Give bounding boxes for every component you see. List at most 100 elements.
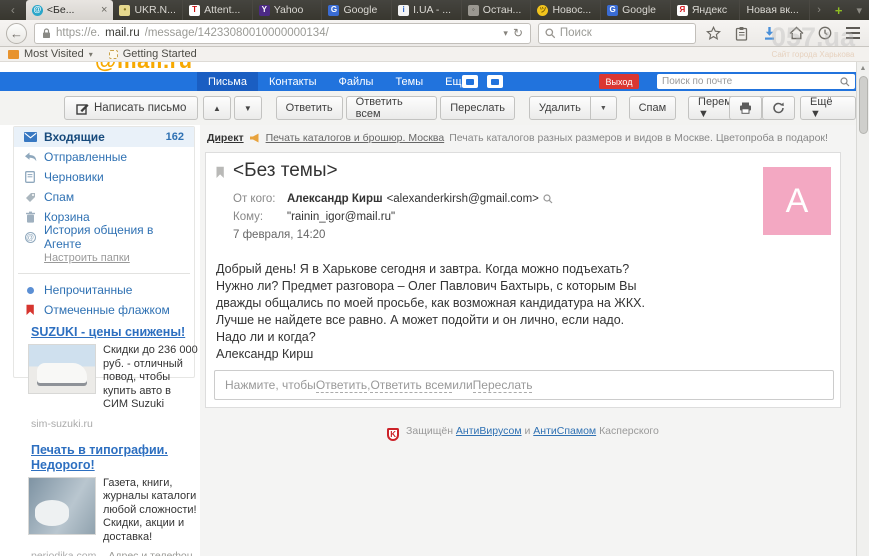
quick-reply-link[interactable]: Ответить — [316, 378, 367, 393]
tab-close-icon[interactable]: × — [101, 4, 107, 16]
mailru-logo[interactable]: @mail.ru — [95, 62, 193, 72]
ad-print-title[interactable]: Печать в типографии. Недорого! — [31, 443, 191, 473]
url-bar[interactable]: https://e.mail.ru/message/14233080010000… — [34, 23, 531, 44]
ad-print-source: periodika.comАдрес и телефон — [31, 550, 200, 556]
direct-ad-link[interactable]: Печать каталогов и брошюр. Москва — [266, 132, 445, 144]
quick-reply-box[interactable]: Нажмите, чтобы Ответить, Ответить всем и… — [214, 370, 834, 400]
refresh-button[interactable] — [762, 96, 795, 120]
to-label: Кому: — [233, 208, 283, 226]
tab-attent[interactable]: Attent... — [183, 0, 253, 20]
browser-search-input[interactable] — [560, 27, 689, 39]
bookmark-page-icon — [109, 50, 118, 59]
folder-drafts[interactable]: Черновики — [14, 167, 194, 187]
body-line: Добрый день! Я в Харькове сегодня и завт… — [216, 261, 645, 278]
search-sender-icon[interactable] — [543, 194, 553, 204]
url-scheme: https://e. — [56, 27, 100, 39]
tab-google-2[interactable]: Google — [601, 0, 671, 20]
tab-scroll-right-button[interactable]: › — [810, 4, 828, 16]
more-button[interactable]: Ещё ▼ — [800, 96, 856, 120]
toolbar-strip: Написать письмо ▲ ▼ Ответить Ответить вс… — [0, 91, 856, 125]
menu-hamburger-icon[interactable] — [842, 22, 863, 44]
print-button[interactable] — [729, 96, 762, 120]
message-panel: <Без темы> От кого: Александр Кирш <alex… — [205, 152, 841, 408]
sender-name[interactable]: Александр Кирш — [287, 190, 383, 208]
calendar-icon[interactable] — [487, 75, 503, 88]
ad-suzuki[interactable]: Скидки до 236 000 руб. - отличный повод,… — [28, 344, 200, 412]
ad-print[interactable]: Газета, книги, журналы каталоги любой сл… — [28, 477, 200, 545]
tab-yandex[interactable]: Яндекс — [671, 0, 741, 20]
mailru-logo-strip: @mail.ru — [0, 62, 856, 72]
filter-unread[interactable]: Непрочитанные — [14, 280, 194, 300]
url-path: /message/14233080010000000134/ — [145, 27, 499, 39]
quick-reply-all-link[interactable]: Ответить всем — [370, 378, 452, 393]
browser-search-bar[interactable] — [538, 23, 696, 44]
message-flag-icon[interactable] — [215, 166, 225, 179]
nav-themes[interactable]: Темы — [384, 72, 434, 91]
ad-suzuki-title[interactable]: SUZUKI - цены снижены! — [31, 325, 191, 340]
scrollbar-thumb[interactable] — [859, 76, 868, 134]
compose-button[interactable]: Написать письмо — [64, 96, 198, 120]
bookmark-star-icon[interactable] — [703, 22, 724, 44]
sender-avatar[interactable]: А — [763, 167, 831, 235]
ad-print-text: Газета, книги, журналы каталоги любой сл… — [103, 477, 198, 545]
spam-button[interactable]: Спам — [629, 96, 677, 120]
folder-sent[interactable]: Отправленные — [14, 147, 194, 167]
nav-letters[interactable]: Письма — [197, 72, 258, 91]
tab-ukrnet[interactable]: UKR.N... — [113, 0, 183, 20]
mail-search-input[interactable] — [662, 76, 836, 87]
filter-flagged[interactable]: Отмеченные флажком — [14, 300, 194, 320]
next-message-button[interactable]: ▼ — [234, 96, 262, 120]
tab-scroll-left-button[interactable]: ‹ — [0, 0, 26, 20]
folder-agent-history[interactable]: @ История общения в Агенте — [14, 227, 194, 247]
nav-files[interactable]: Файлы — [327, 72, 384, 91]
url-dropdown-icon[interactable]: ▾ — [503, 28, 508, 39]
ad-suzuki-text: Скидки до 236 000 руб. - отличный повод,… — [103, 344, 198, 412]
tab-google-1[interactable]: Google — [322, 0, 392, 20]
direct-label[interactable]: Директ — [207, 132, 244, 144]
agent-icon[interactable] — [462, 75, 478, 88]
smiley-favicon-icon — [537, 5, 548, 16]
page-scrollbar[interactable]: ▲ — [856, 62, 869, 556]
prev-message-button[interactable]: ▲ — [203, 96, 231, 120]
antispam-link[interactable]: АнтиСпамом — [533, 425, 596, 437]
delete-dropdown-icon[interactable]: ▼ — [590, 96, 617, 120]
tab-iua[interactable]: I.UA - ... — [392, 0, 462, 20]
delete-button[interactable]: Удалить — [529, 96, 591, 120]
reply-all-button[interactable]: Ответить всем — [346, 96, 438, 120]
all-tabs-dropdown-icon[interactable]: ▾ — [849, 4, 869, 17]
bookmarks-menu-icon[interactable] — [731, 22, 752, 44]
history-clock-icon[interactable] — [814, 22, 835, 44]
sender-email[interactable]: <alexanderkirsh@gmail.com> — [387, 190, 539, 208]
body-line: Лучше не найдете все равно. А может подо… — [216, 312, 645, 329]
tab-yahoo[interactable]: Yahoo — [253, 0, 323, 20]
folder-inbox[interactable]: Входящие 162 — [14, 127, 194, 147]
logout-button[interactable]: Выход — [599, 74, 639, 89]
scroll-up-icon[interactable]: ▲ — [857, 62, 869, 75]
forward-button[interactable]: Переслать — [440, 96, 515, 120]
home-icon[interactable] — [786, 22, 807, 44]
trash-icon — [23, 211, 37, 223]
folder-spam[interactable]: Спам — [14, 187, 194, 207]
recipient-email[interactable]: "rainin_igor@mail.ru" — [287, 208, 395, 226]
antivirus-link[interactable]: АнтиВирусом — [456, 425, 522, 437]
reply-button[interactable]: Ответить — [276, 96, 343, 120]
spam-tag-icon — [23, 192, 37, 203]
tab-novosti[interactable]: Новос... — [531, 0, 601, 20]
tab-mailru-active[interactable]: <Бе... × — [26, 0, 114, 20]
google-favicon-icon — [328, 5, 339, 16]
quick-forward-link[interactable]: Переслать — [473, 378, 533, 393]
configure-folders-link[interactable]: Настроить папки — [44, 252, 130, 264]
bookmark-most-visited[interactable]: Most Visited ▾ — [8, 48, 93, 60]
reload-icon[interactable]: ↻ — [513, 26, 523, 40]
nav-contacts[interactable]: Контакты — [258, 72, 328, 91]
body-line: Александр Кирш — [216, 346, 645, 363]
tab-ostan[interactable]: Остан... — [462, 0, 532, 20]
compose-pencil-icon — [76, 102, 89, 115]
downloads-icon[interactable] — [759, 22, 780, 44]
bookmark-getting-started[interactable]: Getting Started — [109, 48, 197, 60]
back-button[interactable]: ← — [6, 23, 27, 44]
envelope-icon — [23, 132, 37, 142]
new-tab-button[interactable]: + — [828, 3, 850, 18]
mail-search-bar[interactable] — [657, 74, 855, 89]
tab-new[interactable]: Новая вк... — [740, 0, 810, 20]
